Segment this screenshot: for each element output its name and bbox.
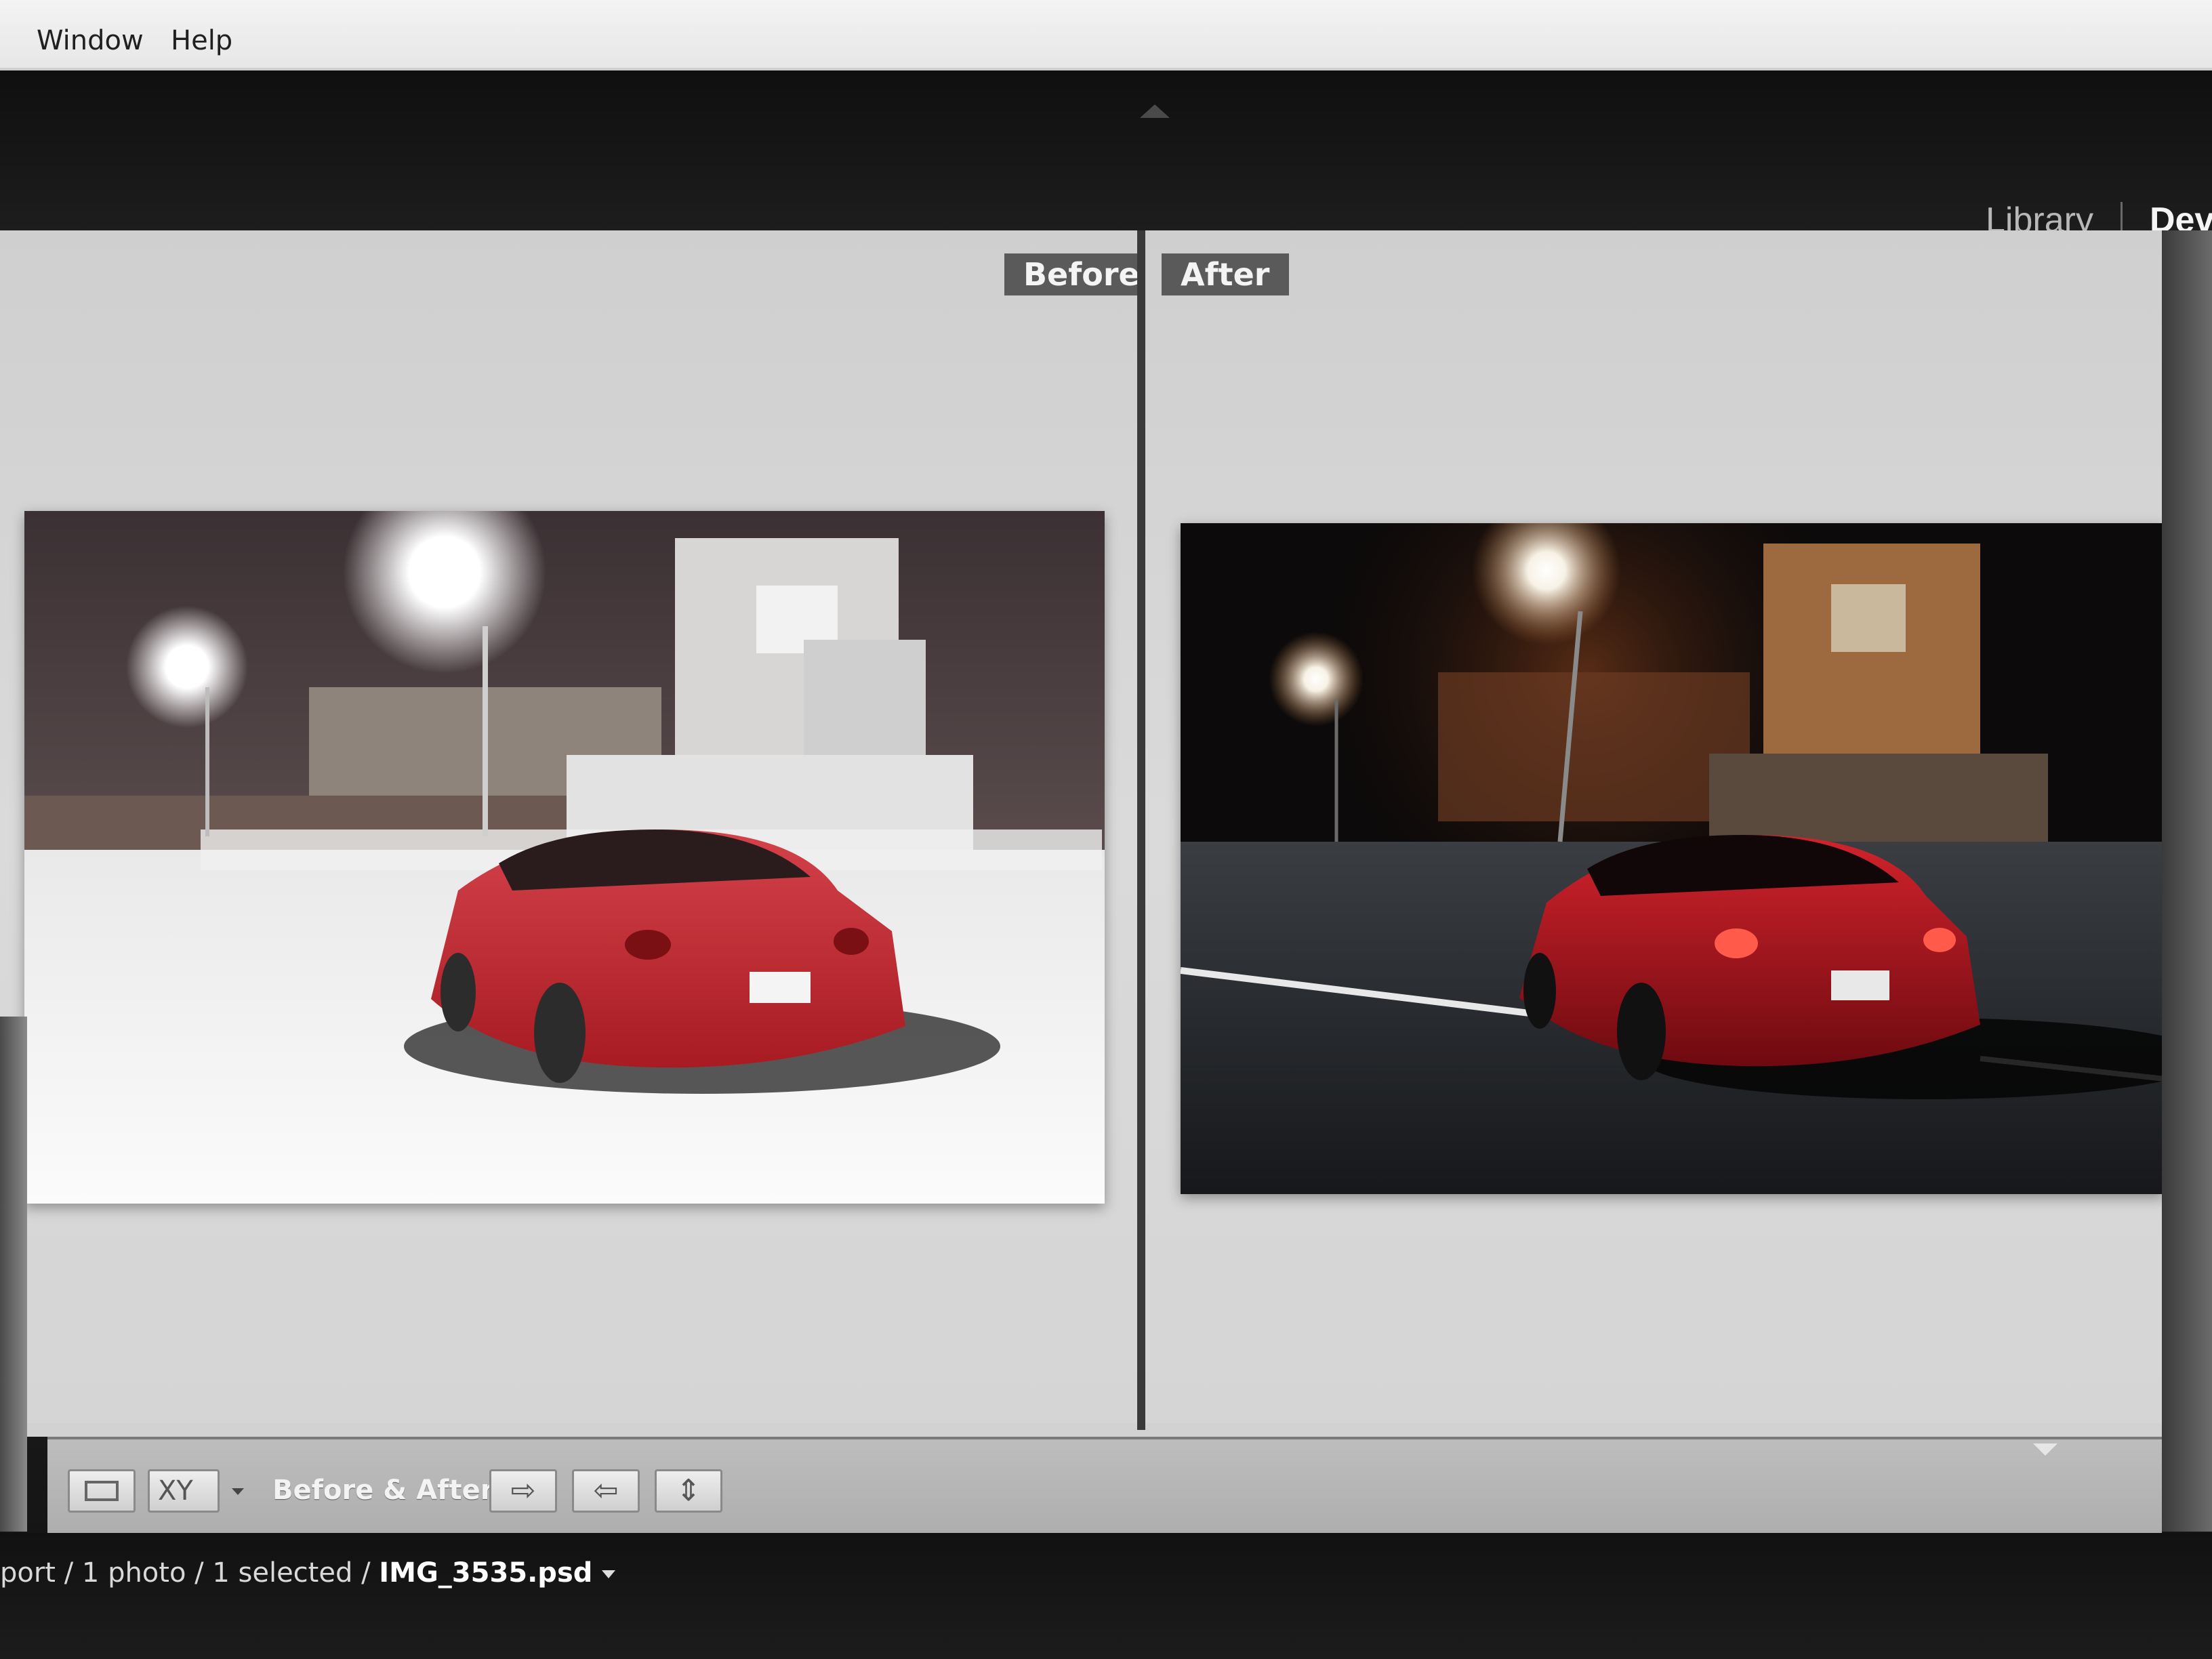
selected-filename: IMG_3535.psd: [379, 1557, 593, 1589]
menu-help[interactable]: Help: [171, 24, 232, 57]
after-pane[interactable]: After: [1145, 230, 2165, 1423]
after-photo[interactable]: [1181, 523, 2165, 1194]
arrow-left-icon: ⇦: [593, 1473, 619, 1508]
develop-toolbar: XY Before & After : ⇨ ⇦ ⇕: [47, 1437, 2162, 1534]
toolbar-content-dropdown-icon[interactable]: [2033, 1443, 2057, 1456]
view-options-dropdown-icon[interactable]: [232, 1488, 244, 1495]
before-pane[interactable]: Before: [0, 230, 1159, 1423]
before-photo[interactable]: [24, 511, 1105, 1204]
pane-divider: [1137, 230, 1145, 1430]
menu-bar: Window Help: [0, 0, 2212, 70]
before-after-xy-icon: XY: [158, 1475, 193, 1507]
before-label: Before: [1004, 253, 1159, 295]
source-path-text: port / 1 photo / 1 selected /: [0, 1557, 380, 1589]
identity-plate-band: [0, 70, 2212, 230]
before-after-view: Before After: [0, 230, 2165, 1437]
copy-after-to-before-button[interactable]: ⇦: [572, 1469, 640, 1513]
lightroom-window: Window Help Library Deve Before: [0, 0, 2212, 1659]
left-panel-edge[interactable]: [0, 1017, 27, 1532]
collapse-top-panel-icon[interactable]: [1140, 104, 1170, 118]
filmstrip-source-info[interactable]: port / 1 photo / 1 selected / IMG_3535.p…: [0, 1557, 616, 1589]
copy-before-to-after-button[interactable]: ⇨: [489, 1469, 557, 1513]
before-photo-image: [24, 511, 1105, 1204]
before-after-label: Before & After :: [272, 1475, 514, 1506]
after-label: After: [1162, 253, 1289, 295]
before-after-view-button[interactable]: XY: [148, 1469, 220, 1513]
right-panel-edge[interactable]: [2162, 230, 2212, 1532]
swap-vertical-icon: ⇕: [676, 1473, 701, 1508]
arrow-right-icon: ⇨: [510, 1473, 536, 1508]
filename-dropdown-icon[interactable]: [602, 1570, 616, 1578]
loupe-icon: [85, 1481, 119, 1501]
menu-window[interactable]: Window: [37, 24, 144, 57]
filmstrip-status-bar: port / 1 photo / 1 selected / IMG_3535.p…: [0, 1533, 2212, 1659]
after-photo-image: [1181, 523, 2165, 1194]
loupe-view-button[interactable]: [68, 1469, 136, 1513]
swap-before-after-button[interactable]: ⇕: [655, 1469, 722, 1513]
